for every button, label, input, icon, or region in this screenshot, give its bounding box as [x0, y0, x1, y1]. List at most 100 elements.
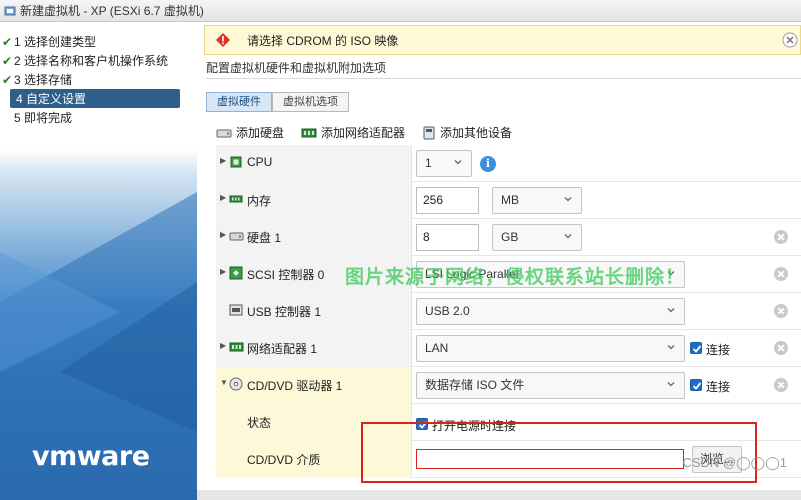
remove-device-icon[interactable]: [774, 378, 788, 392]
wizard-sidebar: ✔ 1 选择创建类型 ✔ 2 选择名称和客户机操作系统 ✔ 3 选择存储 4 自…: [0, 22, 197, 500]
add-disk-button[interactable]: 添加硬盘: [216, 124, 284, 141]
collapse-arrow-icon[interactable]: ▼: [220, 378, 228, 387]
hardware-row-disk: ▶ 硬盘 1 8 GB: [216, 219, 801, 256]
row-label-cell: ▼ CD/DVD 驱动器 1: [216, 367, 412, 404]
row-label-cell: ▶ 内存: [216, 182, 412, 219]
memory-label: 内存: [247, 194, 272, 208]
remove-device-icon[interactable]: [774, 304, 788, 318]
memory-unit-value: MB: [501, 193, 519, 207]
step-done-check-icon: ✔: [2, 34, 13, 49]
hard-disk-icon: [229, 232, 244, 241]
tab-vm-options[interactable]: 虚拟机选项: [272, 92, 349, 112]
network-value: LAN: [425, 341, 449, 355]
device-icon: [423, 126, 435, 139]
disk-size-input[interactable]: 8: [416, 224, 479, 251]
annotation-highlight-box: [361, 422, 757, 483]
remove-device-icon[interactable]: [774, 230, 788, 244]
add-network-label: 添加网络适配器: [321, 126, 406, 140]
checkmark-icon: [692, 345, 702, 353]
footer-strip: [197, 490, 801, 500]
wizard-step-5[interactable]: 5 即将完成: [0, 108, 197, 127]
add-disk-label: 添加硬盘: [236, 126, 285, 140]
usb-controller-icon: [229, 304, 243, 316]
disk-unit-select[interactable]: GB: [492, 224, 582, 251]
network-connect-checkbox[interactable]: [690, 342, 702, 354]
hardware-row-network: ▶ 网络适配器 1 LAN 连接: [216, 330, 801, 367]
watermark-text: 图片来源于网络，侵权联系站长删除！: [345, 267, 686, 288]
wizard-steps: ✔ 1 选择创建类型 ✔ 2 选择名称和客户机操作系统 ✔ 3 选择存储 4 自…: [0, 32, 197, 127]
scsi-controller-icon: [229, 266, 243, 280]
expand-arrow-icon[interactable]: ▶: [220, 267, 226, 276]
scsi-label: SCSI 控制器 0: [247, 268, 325, 282]
hardware-row-memory: ▶ 内存 256 MB: [216, 182, 801, 219]
wizard-step-2[interactable]: ✔ 2 选择名称和客户机操作系统: [0, 51, 197, 70]
disk-unit-value: GB: [501, 230, 519, 244]
cdrom-type-select[interactable]: 数据存储 ISO 文件: [416, 372, 685, 399]
checkmark-icon: [692, 382, 702, 390]
remove-device-icon[interactable]: [774, 267, 788, 281]
credit-text: CSDN @◯◯◯1: [682, 455, 787, 470]
network-adapter-icon: [301, 128, 317, 137]
usb-type-value: USB 2.0: [425, 304, 470, 318]
row-label-cell: ▶ 网络适配器 1: [216, 330, 412, 367]
row-label-cell: ▶ 硬盘 1: [216, 219, 412, 256]
wizard-step-label: 4 自定义设置: [16, 92, 87, 106]
network-label: 网络适配器 1: [247, 342, 318, 356]
expand-arrow-icon[interactable]: ▶: [220, 341, 226, 350]
memory-size-input[interactable]: 256: [416, 187, 479, 214]
wizard-step-4-active[interactable]: 4 自定义设置: [10, 89, 180, 108]
cdrom-status-label: 状态: [247, 416, 272, 430]
disk-label: 硬盘 1: [247, 231, 282, 245]
cpu-icon: [230, 156, 242, 168]
hardware-toolbar: 添加硬盘 添加网络适配器 添加其他设备: [216, 124, 529, 141]
hard-disk-icon: [216, 129, 232, 137]
hardware-row-usb: USB 控制器 1 USB 2.0: [216, 293, 801, 330]
cdrom-label: CD/DVD 驱动器 1: [247, 379, 343, 393]
wizard-step-1[interactable]: ✔ 1 选择创建类型: [0, 32, 197, 51]
add-other-label: 添加其他设备: [440, 126, 513, 140]
usb-type-select[interactable]: USB 2.0: [416, 298, 685, 325]
cpu-count-value: 1: [425, 156, 432, 170]
wizard-step-label: 2 选择名称和客户机操作系统: [14, 54, 169, 68]
add-other-device-button[interactable]: 添加其他设备: [422, 124, 512, 141]
cdrom-connect-checkbox[interactable]: [690, 379, 702, 391]
chevron-down-icon: [564, 197, 572, 202]
chevron-down-icon: [667, 382, 675, 387]
chevron-down-icon: [454, 160, 462, 165]
hardware-row-cpu: ▶ CPU 1 i: [216, 145, 801, 182]
cdrom-type-value: 数据存储 ISO 文件: [425, 378, 525, 392]
cd-dvd-icon: [229, 377, 243, 391]
divider: [206, 78, 801, 79]
window-titlebar: 新建虚拟机 - XP (ESXi 6.7 虚拟机): [0, 0, 801, 22]
row-label-cell: USB 控制器 1: [216, 293, 412, 330]
network-adapter-icon: [229, 342, 244, 352]
wizard-step-label: 3 选择存储: [14, 73, 73, 87]
tab-virtual-hardware[interactable]: 虚拟硬件: [206, 92, 272, 112]
vmware-logo: vmware: [32, 441, 150, 472]
chevron-down-icon: [667, 345, 675, 350]
info-icon[interactable]: i: [480, 156, 496, 172]
step-done-check-icon: ✔: [2, 72, 13, 87]
warning-text: 请选择 CDROM 的 ISO 映像: [247, 33, 399, 48]
window-icon: [4, 6, 16, 15]
wizard-step-3[interactable]: ✔ 3 选择存储: [0, 70, 197, 89]
hardware-row-cdrom: ▼ CD/DVD 驱动器 1 数据存储 ISO 文件 连接: [216, 367, 801, 404]
memory-unit-select[interactable]: MB: [492, 187, 582, 214]
add-network-adapter-button[interactable]: 添加网络适配器: [301, 124, 405, 141]
page-subtitle: 配置虚拟机硬件和虚拟机附加选项: [206, 61, 387, 75]
warning-banner: 请选择 CDROM 的 ISO 映像: [204, 25, 801, 55]
expand-arrow-icon[interactable]: ▶: [220, 230, 226, 239]
expand-arrow-icon[interactable]: ▶: [220, 193, 226, 202]
row-label-cell: ▶ CPU: [216, 145, 412, 182]
step-done-check-icon: ✔: [2, 53, 13, 68]
usb-label: USB 控制器 1: [247, 305, 322, 319]
close-icon[interactable]: [782, 32, 798, 48]
network-connect-label: 连接: [706, 343, 731, 357]
network-select[interactable]: LAN: [416, 335, 685, 362]
remove-device-icon[interactable]: [774, 341, 788, 355]
cpu-label: CPU: [247, 155, 273, 169]
window-title: 新建虚拟机 - XP (ESXi 6.7 虚拟机): [20, 4, 204, 18]
cpu-count-select[interactable]: 1: [416, 150, 472, 177]
expand-arrow-icon[interactable]: ▶: [220, 156, 226, 165]
wizard-step-label: 5 即将完成: [14, 111, 73, 125]
